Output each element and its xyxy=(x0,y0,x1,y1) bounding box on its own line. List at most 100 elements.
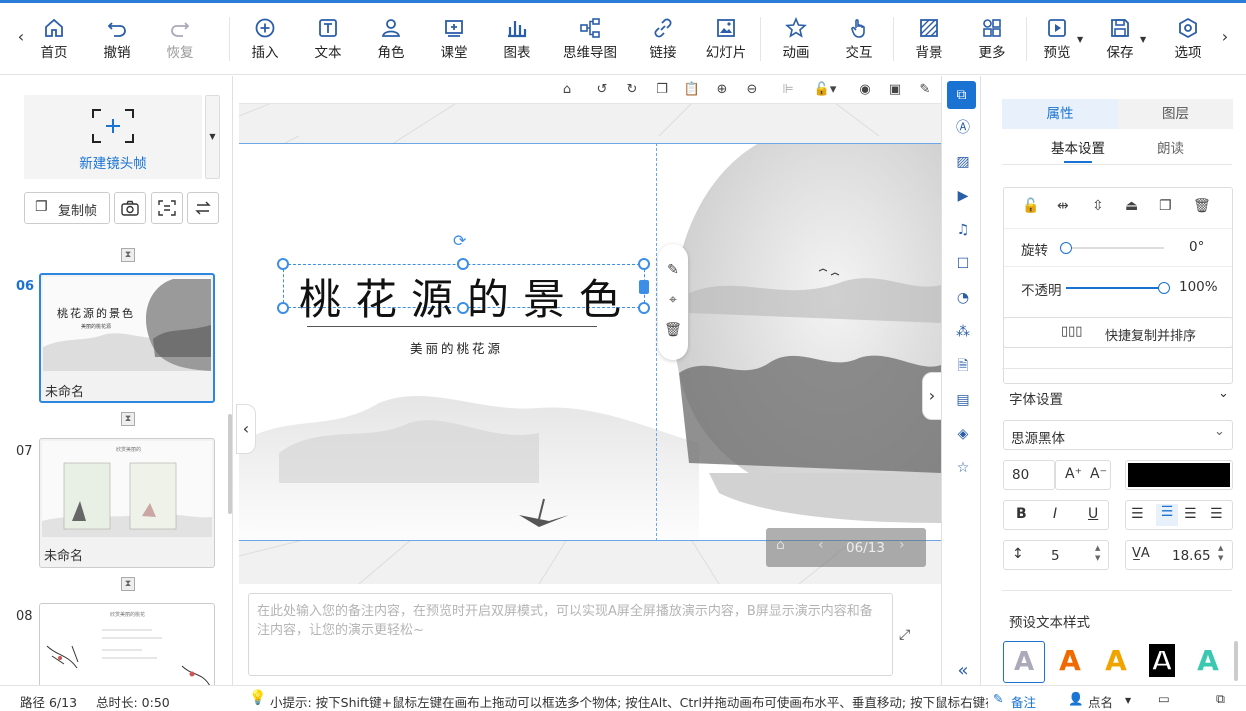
home-view-icon[interactable]: ⌂ xyxy=(558,81,576,99)
components-icon[interactable]: ⁂ xyxy=(952,321,974,343)
zoom-out-icon[interactable]: ⊖ xyxy=(743,81,761,99)
preview-dropdown-icon[interactable]: ▼ xyxy=(1077,35,1083,44)
role-button[interactable]: 角色 xyxy=(363,13,419,65)
slide-title-text[interactable]: 桃花源的景色 xyxy=(299,266,635,327)
document-icon[interactable]: 🗎 xyxy=(952,355,974,377)
preset-style-5[interactable]: A xyxy=(1187,641,1229,683)
insert-button[interactable]: 插入 xyxy=(237,13,293,65)
formula-icon[interactable]: ▤ xyxy=(952,389,974,411)
stepper-icon[interactable]: ▲ ▼ xyxy=(1218,543,1223,563)
align-left-icon[interactable]: ☰ xyxy=(1131,506,1144,522)
next-page-icon[interactable]: › xyxy=(899,537,905,553)
font-color-picker[interactable] xyxy=(1125,460,1233,490)
animation-button[interactable]: 动画 xyxy=(768,13,824,65)
letter-spacing-input[interactable]: V̲A 18.65 ▲ ▼ xyxy=(1125,540,1233,570)
transition-icon[interactable]: ⧗ xyxy=(121,412,135,426)
quick-copy-button[interactable]: ▯▯▯ 快捷复制并排序 xyxy=(1003,317,1233,348)
lock-dropdown-icon[interactable]: 🔓▾ xyxy=(811,81,839,99)
align-justify-icon[interactable]: ☰ xyxy=(1210,506,1223,522)
interaction-button[interactable]: 交互 xyxy=(831,13,887,65)
redo-button[interactable]: 恢复 xyxy=(152,13,208,65)
unlock-icon[interactable]: 🔓 xyxy=(1022,198,1039,214)
capture-icon[interactable]: ▣ xyxy=(886,81,904,99)
new-frame-dropdown[interactable]: ▼ xyxy=(205,95,220,179)
compass-icon[interactable]: ◔ xyxy=(952,287,974,309)
font-decrease-icon[interactable]: A⁻ xyxy=(1090,466,1107,482)
properties-scrollbar[interactable] xyxy=(1234,641,1238,681)
rotate-right-icon[interactable]: ↻ xyxy=(623,81,641,99)
copy-icon[interactable]: ❐ xyxy=(1159,198,1172,214)
line-spacing-input[interactable]: ↕ 5 ▲ ▼ xyxy=(1003,540,1109,570)
music-icon[interactable]: ♫ xyxy=(952,219,974,241)
paste-icon[interactable]: 📋 xyxy=(683,81,701,99)
slide-subtitle-text[interactable]: 美丽的桃花源 xyxy=(410,338,503,357)
notes-button[interactable]: 备注 xyxy=(1011,692,1036,711)
transition-icon[interactable]: ⧗ xyxy=(121,248,135,262)
options-button[interactable]: 选项 xyxy=(1160,13,1216,65)
shape-properties-icon[interactable]: ⧉ xyxy=(947,81,976,109)
video-icon[interactable]: ▶ xyxy=(952,185,974,207)
flip-horizontal-icon[interactable]: ⇹ xyxy=(1057,198,1069,214)
preset-style-3[interactable]: A xyxy=(1095,641,1137,683)
bold-icon[interactable]: B xyxy=(1016,506,1027,522)
slide-thumbnail-08[interactable]: 欣赏美丽的桃花 xyxy=(39,603,215,685)
transition-icon[interactable]: ⧗ xyxy=(121,577,135,591)
collapse-left-panel-button[interactable]: ‹ xyxy=(236,404,256,454)
link-button[interactable]: 链接 xyxy=(635,13,691,65)
resize-handle[interactable] xyxy=(638,302,650,314)
text-frame-icon[interactable]: Ⓐ xyxy=(952,117,974,139)
layers-icon[interactable]: ◈ xyxy=(952,423,974,445)
screen-icon[interactable]: ▭ xyxy=(1158,691,1170,706)
opacity-slider-knob[interactable] xyxy=(1158,282,1170,294)
prev-page-icon[interactable]: ‹ xyxy=(818,537,824,553)
pin-icon[interactable]: ⏏ xyxy=(1125,198,1138,214)
resize-handle[interactable] xyxy=(638,258,650,270)
rotate-handle-icon[interactable]: ⟳ xyxy=(453,231,466,250)
camera-icon[interactable]: ◉ xyxy=(856,81,874,99)
expand-right-button[interactable]: › xyxy=(922,372,942,420)
font-increase-icon[interactable]: A⁺ xyxy=(1065,466,1082,482)
comment-icon[interactable]: ☐ xyxy=(952,253,974,275)
slide-thumbnail-07[interactable]: 欣赏美丽的 未命名 xyxy=(39,438,215,568)
home-button[interactable]: 首页 xyxy=(26,13,82,65)
rotate-slider-knob[interactable] xyxy=(1060,242,1072,254)
resize-handle[interactable] xyxy=(277,258,289,270)
copy-icon[interactable]: ❐ xyxy=(653,81,671,99)
zoom-in-icon[interactable]: ⊕ xyxy=(713,81,731,99)
font-size-input[interactable]: 80 xyxy=(1003,460,1055,490)
rollcall-button[interactable]: 点名 xyxy=(1088,692,1113,711)
focus-icon[interactable]: ⌖ xyxy=(664,292,682,308)
mindmap-button[interactable]: 思维导图 xyxy=(560,13,620,65)
chart-button[interactable]: 图表 xyxy=(489,13,545,65)
notes-input[interactable]: 在此处输入您的备注内容，在预览时开启双屏模式，可以实现A屏全屏播放演示内容，B屏… xyxy=(248,593,893,676)
copy-frame-button[interactable]: ❐ 复制帧 xyxy=(24,192,110,224)
text-button[interactable]: 文本 xyxy=(300,13,356,65)
resize-handle[interactable] xyxy=(277,302,289,314)
align-icon[interactable]: ⊫ xyxy=(779,81,797,99)
notes-edit-icon[interactable]: ✎ xyxy=(993,691,1003,706)
save-dropdown-icon[interactable]: ▼ xyxy=(1140,35,1146,44)
new-frame-button[interactable]: 新建镜头帧 xyxy=(24,95,202,179)
switch-frame-button[interactable] xyxy=(187,192,219,224)
preset-style-2[interactable]: A xyxy=(1049,641,1091,683)
collapse-font-section-icon[interactable]: ⌄ xyxy=(1218,386,1229,401)
align-right-icon[interactable]: ☰ xyxy=(1184,506,1197,522)
tab-properties[interactable]: 属性 xyxy=(1002,99,1118,129)
background-button[interactable]: 背景 xyxy=(901,13,957,65)
opacity-slider[interactable] xyxy=(1066,282,1170,294)
preset-style-4[interactable]: A xyxy=(1141,641,1183,683)
rotate-left-icon[interactable]: ↺ xyxy=(593,81,611,99)
delete-icon[interactable]: 🗑 xyxy=(664,322,682,338)
chevron-down-icon[interactable]: ▼ xyxy=(1125,696,1131,705)
underline-icon[interactable]: U xyxy=(1088,506,1098,522)
canvas-area[interactable]: ⟳ 桃花源的景色 美丽的桃花源 ✎ ⌖ 🗑 ⌂ ‹ 06/13 › xyxy=(239,76,941,584)
image-icon[interactable]: ▨ xyxy=(952,151,974,173)
font-family-select[interactable]: 思源黑体 ⌄ xyxy=(1003,420,1233,450)
flip-vertical-icon[interactable]: ⇳ xyxy=(1092,198,1104,214)
italic-icon[interactable]: I xyxy=(1053,506,1057,522)
more-button[interactable]: 更多 xyxy=(964,13,1020,65)
tab-layers[interactable]: 图层 xyxy=(1118,99,1233,129)
slide-thumbnail-06[interactable]: 桃花源的景色 美丽的桃花源 未命名 xyxy=(39,273,215,403)
toolbar-scroll-right-button[interactable]: › xyxy=(1218,27,1232,46)
trash-icon[interactable]: 🗑 xyxy=(1193,198,1211,214)
